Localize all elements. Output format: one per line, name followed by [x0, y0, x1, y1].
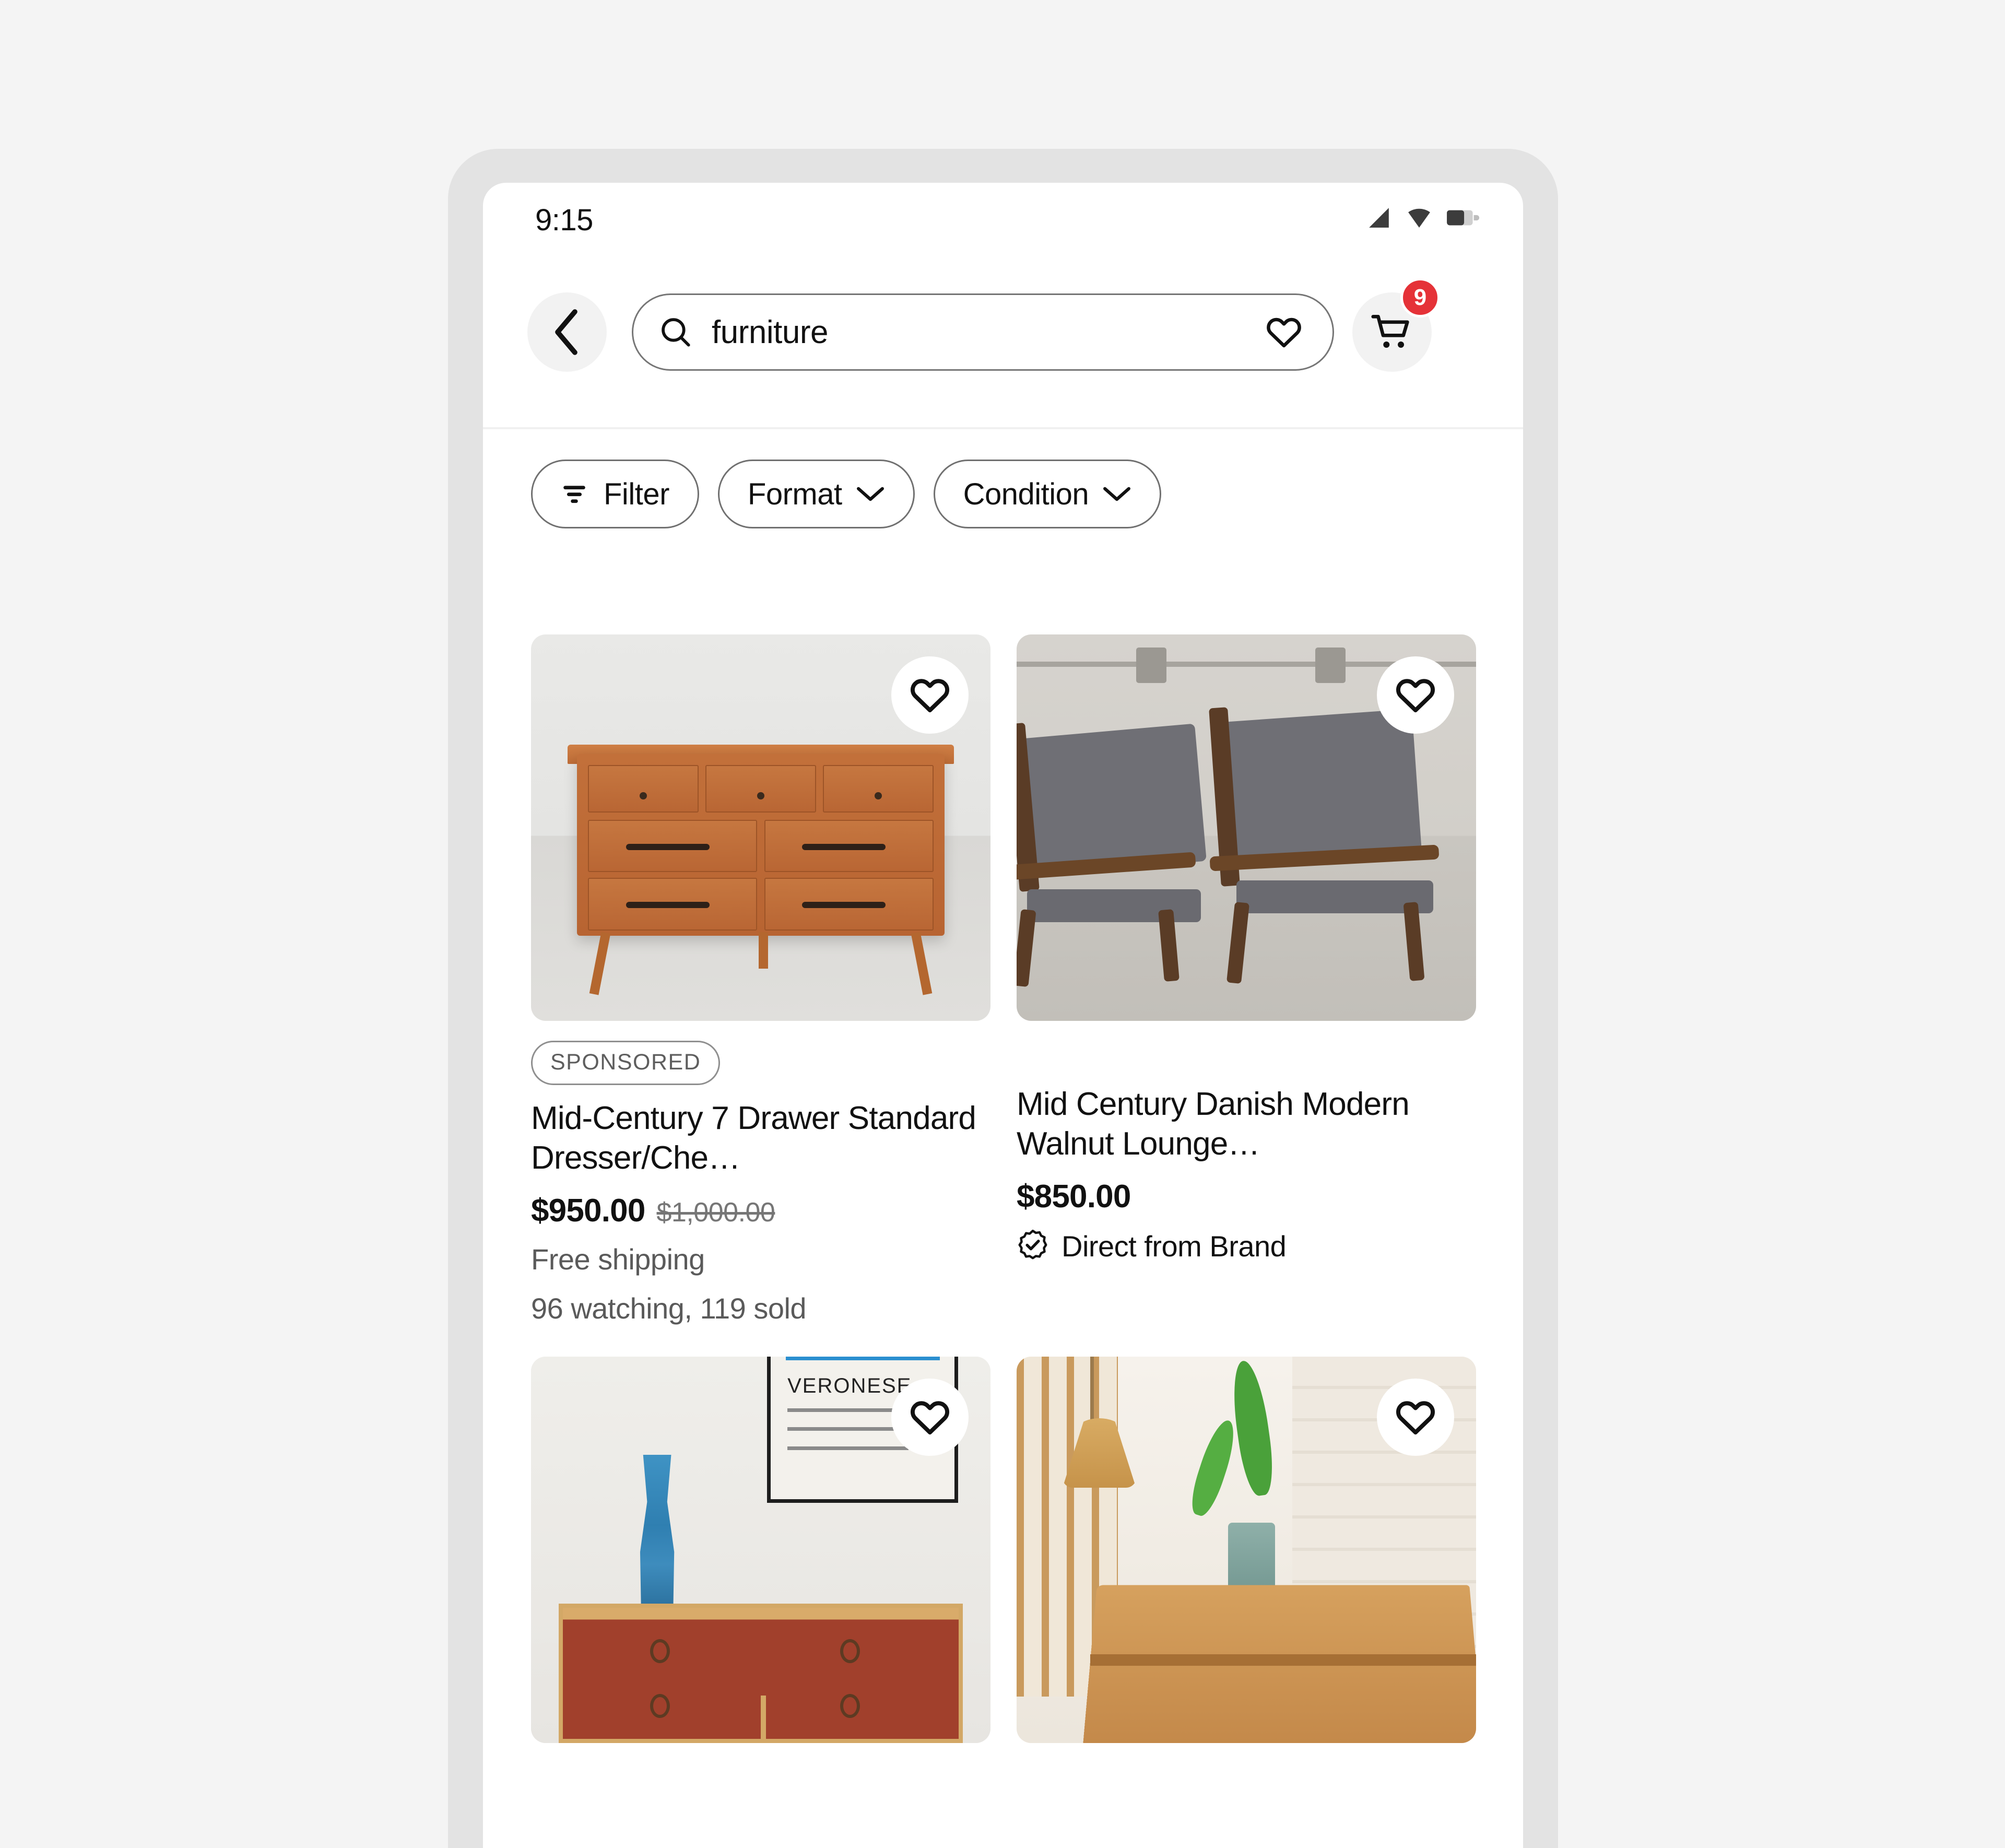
product-title[interactable]: Mid-Century 7 Drawer Standard Dresser/Ch… — [531, 1099, 990, 1178]
status-bar-time: 9:15 — [535, 203, 593, 237]
filter-icon — [561, 480, 588, 508]
product-image[interactable]: VERONESE — [531, 1356, 990, 1743]
price-row: $950.00 $1,000.00 — [531, 1192, 990, 1229]
search-input-value[interactable]: furniture — [712, 314, 1265, 351]
poster-text: VERONESE — [787, 1374, 912, 1398]
product-image[interactable] — [1017, 1356, 1476, 1743]
product-card[interactable]: Mid Century Danish Modern Walnut Lounge…… — [1017, 634, 1476, 1327]
search-results-grid: SPONSORED Mid-Century 7 Drawer Standard … — [531, 634, 1476, 1743]
product-image[interactable] — [1017, 634, 1476, 1021]
search-input[interactable]: furniture — [632, 293, 1334, 371]
product-card[interactable]: VERONESE — [531, 1356, 990, 1743]
search-header: furniture 9 — [483, 261, 1523, 428]
phone-screen: 9:15 furniture 9 Filter Format Condition… — [483, 183, 1523, 1848]
status-bar-icons — [1365, 206, 1480, 232]
format-chip[interactable]: Format — [717, 460, 915, 528]
battery-icon — [1446, 207, 1480, 231]
back-button[interactable] — [527, 292, 607, 372]
chevron-down-icon — [856, 485, 885, 503]
chevron-left-icon — [555, 309, 577, 355]
screenshot-stage: 9:15 furniture 9 Filter Format Condition… — [0, 0, 2005, 1848]
status-bar: 9:15 — [483, 183, 1523, 261]
favorite-button[interactable] — [1377, 1378, 1454, 1456]
sponsored-badge: SPONSORED — [531, 1041, 721, 1085]
heart-outline-icon — [910, 1400, 950, 1434]
watch-sold-info: 96 watching, 119 sold — [531, 1291, 807, 1325]
condition-chip-label: Condition — [963, 477, 1089, 511]
shopping-cart-icon — [1371, 315, 1409, 348]
filter-chip[interactable]: Filter — [531, 460, 699, 528]
favorite-button[interactable] — [1377, 656, 1454, 734]
product-price: $950.00 — [531, 1193, 645, 1229]
search-heart-icon[interactable] — [1265, 314, 1303, 350]
search-icon — [658, 315, 693, 349]
shipping-info: Free shipping — [531, 1243, 705, 1276]
chevron-down-icon — [1102, 485, 1131, 503]
trust-badge: Direct from Brand — [1017, 1229, 1476, 1264]
heart-outline-icon — [910, 679, 950, 713]
cart-badge-count: 9 — [1400, 278, 1440, 317]
format-chip-label: Format — [747, 477, 842, 511]
product-card[interactable] — [1017, 1356, 1476, 1743]
favorite-button[interactable] — [891, 656, 969, 734]
signal-icon — [1365, 206, 1393, 232]
heart-outline-icon — [1396, 1400, 1435, 1434]
heart-outline-icon — [1396, 679, 1435, 713]
product-original-price: $1,000.00 — [656, 1197, 775, 1228]
condition-chip[interactable]: Condition — [933, 460, 1162, 528]
product-image[interactable] — [531, 634, 990, 1021]
trust-badge-label: Direct from Brand — [1062, 1230, 1287, 1263]
wifi-icon — [1405, 206, 1433, 232]
product-card[interactable]: SPONSORED Mid-Century 7 Drawer Standard … — [531, 634, 990, 1327]
favorite-button[interactable] — [891, 1378, 969, 1456]
filter-chip-row: Filter Format Condition — [531, 460, 1162, 528]
verified-check-icon — [1017, 1229, 1049, 1264]
price-row: $850.00 — [1017, 1178, 1476, 1215]
product-title[interactable]: Mid Century Danish Modern Walnut Lounge… — [1017, 1085, 1476, 1163]
filter-chip-label: Filter — [604, 477, 669, 511]
header-divider — [483, 427, 1523, 429]
product-price: $850.00 — [1017, 1179, 1131, 1215]
